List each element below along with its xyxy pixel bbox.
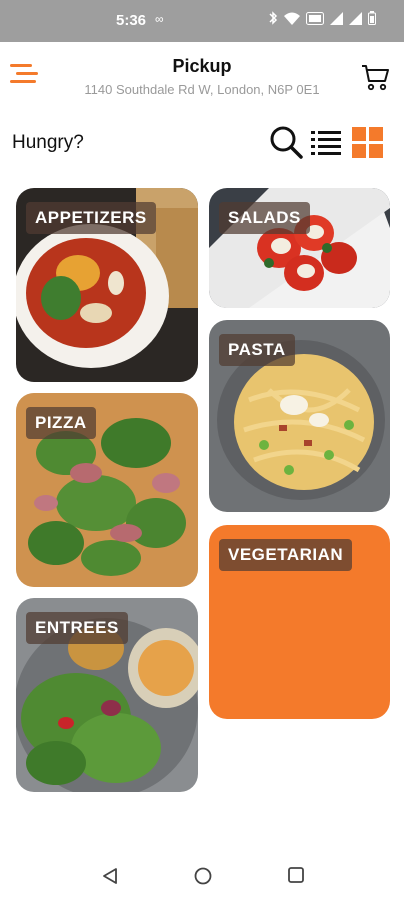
- wifi-icon: [284, 12, 300, 28]
- category-tile-pasta[interactable]: PASTA: [209, 320, 390, 512]
- category-label: VEGETARIAN: [219, 539, 353, 571]
- home-icon[interactable]: [193, 866, 213, 886]
- category-label: PASTA: [219, 334, 295, 366]
- app-header: Pickup 1140 Southdale Rd W, London, N6P …: [0, 42, 404, 110]
- volte-icon: [306, 11, 324, 28]
- order-type-title[interactable]: Pickup: [0, 56, 404, 77]
- category-tile-appetizers[interactable]: APPETIZERS: [16, 188, 198, 382]
- category-tile-vegetarian[interactable]: VEGETARIAN: [209, 525, 390, 719]
- back-icon[interactable]: [100, 866, 120, 886]
- search-icon[interactable]: [268, 124, 304, 160]
- category-label: ENTREES: [26, 612, 128, 644]
- status-extra-icon: ∞: [155, 12, 164, 26]
- category-tile-salads[interactable]: SALADS: [209, 188, 390, 308]
- bluetooth-icon: [268, 11, 278, 28]
- status-bar: 5:36 ∞: [0, 0, 404, 42]
- category-label: PIZZA: [26, 407, 96, 439]
- greeting-text: Hungry?: [12, 132, 84, 153]
- grid-view-icon[interactable]: [352, 127, 383, 158]
- signal-icon: [330, 11, 343, 28]
- status-time: 5:36: [116, 12, 147, 29]
- category-label: APPETIZERS: [26, 202, 156, 234]
- category-tile-entrees[interactable]: ENTREES: [16, 598, 198, 792]
- status-icons: [268, 11, 376, 28]
- category-label: SALADS: [219, 202, 310, 234]
- signal-icon: [349, 11, 362, 28]
- battery-icon: [368, 11, 376, 28]
- system-nav-bar: [0, 852, 404, 900]
- store-address[interactable]: 1140 Southdale Rd W, London, N6P 0E1: [0, 82, 404, 97]
- cart-icon[interactable]: [360, 62, 390, 92]
- recent-apps-icon[interactable]: [287, 866, 305, 884]
- category-tile-pizza[interactable]: PIZZA: [16, 393, 198, 587]
- list-view-icon[interactable]: [310, 128, 342, 156]
